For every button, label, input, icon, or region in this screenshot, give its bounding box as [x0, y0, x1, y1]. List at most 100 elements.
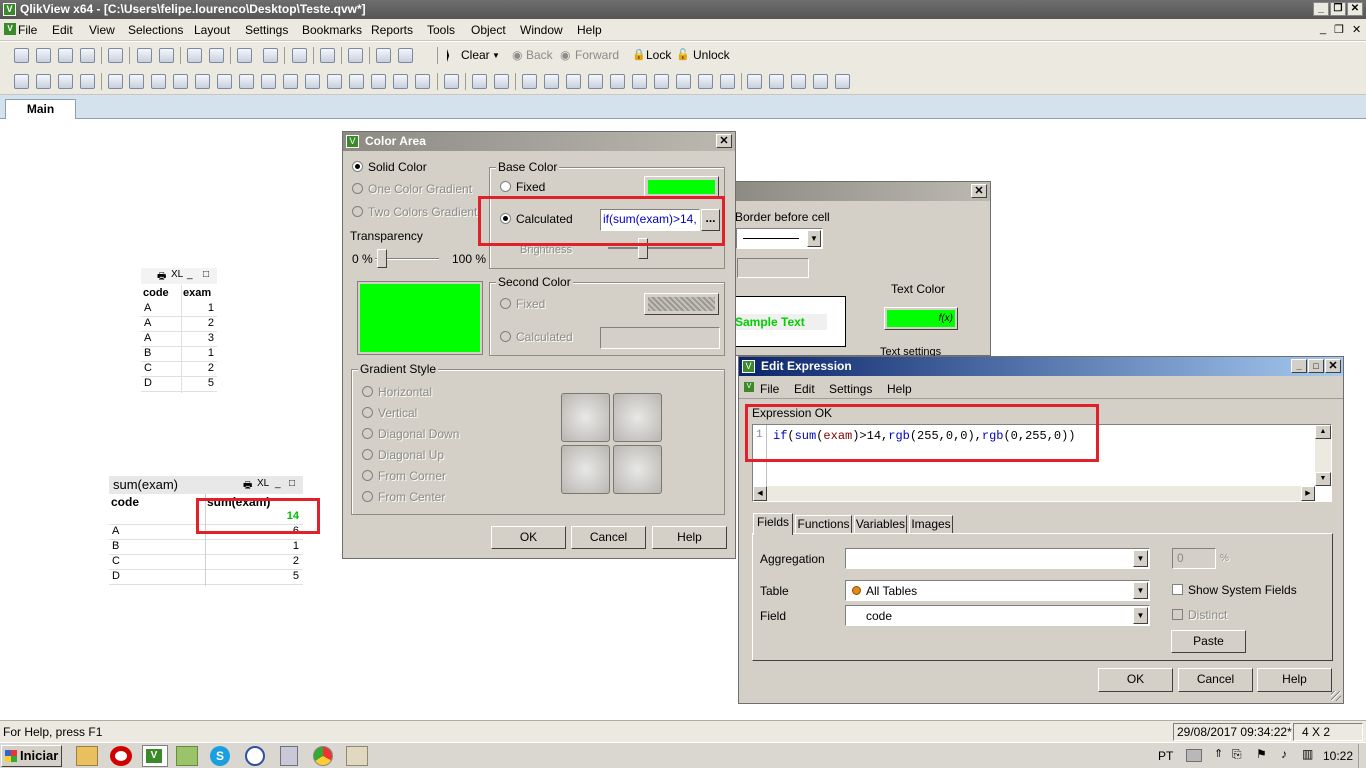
help-button[interactable]: Help [1257, 668, 1332, 692]
search-object-icon[interactable] [371, 74, 386, 89]
cancel-button[interactable]: Cancel [1178, 668, 1253, 692]
menu-settings[interactable]: Settings [245, 23, 288, 37]
keyboard-icon[interactable] [1186, 749, 1202, 762]
clear-dropdown-icon[interactable]: ▼ [492, 51, 500, 60]
space-vertical-icon[interactable] [676, 74, 691, 89]
qlikview-taskbar-icon[interactable]: V [142, 745, 168, 767]
select-fields-icon[interactable] [263, 48, 278, 63]
multibox-icon[interactable] [173, 74, 188, 89]
menu-window[interactable]: Window [520, 23, 563, 37]
gradient-diagonal-down-radio[interactable] [362, 428, 373, 439]
aggregation-percent-input[interactable]: 0 [1172, 548, 1216, 569]
scroll-down-icon[interactable]: ▼ [1315, 472, 1331, 486]
print-icon[interactable] [108, 48, 123, 63]
custom-object-icon[interactable] [415, 74, 430, 89]
redo-icon[interactable] [209, 48, 224, 63]
show-hidden-icons-icon[interactable]: ⇑ [1214, 747, 1223, 760]
container-icon[interactable] [393, 74, 408, 89]
opera-icon[interactable] [110, 746, 132, 766]
tab-variables[interactable]: Variables [854, 515, 907, 534]
minimize-icon[interactable]: _ [187, 269, 193, 280]
excel-icon[interactable]: XL [171, 269, 183, 280]
table-viewer-icon[interactable] [813, 74, 828, 89]
save-icon[interactable] [80, 48, 95, 63]
border-style-dropdown[interactable]: ▼ [736, 228, 823, 249]
base-fixed-color-button[interactable] [644, 176, 719, 198]
button-object-icon[interactable] [261, 74, 276, 89]
menu-selections[interactable]: Selections [128, 23, 183, 37]
close-icon[interactable]: ✕ [971, 184, 987, 198]
table-row[interactable]: A2 [141, 317, 217, 332]
maximize-icon[interactable]: □ [203, 269, 209, 280]
restore-icon[interactable]: ❐ [1330, 2, 1346, 16]
calculator-icon[interactable] [280, 746, 298, 766]
two-colors-gradient-radio[interactable] [352, 206, 363, 217]
text-color-button[interactable]: f(x) [884, 307, 958, 330]
aggregation-dropdown[interactable]: ▼ [845, 548, 1150, 569]
reload-icon[interactable] [58, 48, 73, 63]
clock[interactable]: 10:22 [1323, 749, 1353, 763]
space-horizontal-icon[interactable] [654, 74, 669, 89]
script-icon[interactable] [747, 74, 762, 89]
gradient-diagonal-up-radio[interactable] [362, 449, 373, 460]
forward-button[interactable]: Forward [575, 48, 619, 62]
volume-icon[interactable]: ♪ [1281, 747, 1287, 761]
table-row[interactable]: D5 [141, 377, 217, 392]
cancel-button[interactable]: Cancel [571, 526, 646, 549]
explorer-icon[interactable] [76, 746, 98, 766]
lock-button[interactable]: Lock [646, 48, 671, 62]
edit-script-icon[interactable] [137, 48, 152, 63]
open-icon[interactable] [36, 48, 51, 63]
table-row[interactable]: B1 [109, 540, 303, 555]
context-help-icon[interactable] [398, 48, 413, 63]
chrome-icon[interactable] [313, 746, 333, 766]
current-selections-icon[interactable] [239, 74, 254, 89]
action-center-flag-icon[interactable]: ⚑ [1256, 747, 1267, 761]
one-color-gradient-radio[interactable] [352, 183, 363, 194]
tab-functions[interactable]: Functions [795, 515, 852, 534]
tab-main[interactable]: Main [5, 99, 76, 119]
scroll-left-icon[interactable]: ◀ [753, 486, 767, 501]
brightness-slider-track[interactable] [608, 247, 712, 249]
align-right-icon[interactable] [566, 74, 581, 89]
promote-sheet-icon[interactable] [36, 74, 51, 89]
table-row[interactable]: A1 [141, 302, 217, 317]
doc-restore-icon[interactable]: ❐ [1334, 23, 1344, 36]
back-button[interactable]: Back [526, 48, 553, 62]
vertical-scrollbar[interactable]: ▲ ▼ [1315, 425, 1331, 486]
devices-icon[interactable]: ⎘ [1232, 747, 1242, 762]
close-icon[interactable]: ✕ [1325, 359, 1341, 373]
base-fixed-radio[interactable] [500, 181, 511, 192]
chart-icon[interactable] [195, 74, 210, 89]
network-icon[interactable] [176, 746, 198, 766]
table-row[interactable]: C2 [109, 555, 303, 570]
gradient-from-corner-radio[interactable] [362, 470, 373, 481]
resize-grip-icon[interactable] [1331, 691, 1341, 701]
menu-edit[interactable]: Edit [794, 382, 815, 396]
scroll-up-icon[interactable]: ▲ [1315, 425, 1331, 439]
tab-fields[interactable]: Fields [753, 513, 793, 535]
align-center-icon[interactable] [544, 74, 559, 89]
menu-reports[interactable]: Reports [371, 23, 413, 37]
search-icon[interactable] [237, 48, 252, 63]
menu-view[interactable]: View [89, 23, 115, 37]
listbox-icon[interactable] [108, 74, 123, 89]
align-middle-icon[interactable] [610, 74, 625, 89]
menu-file[interactable]: File [760, 382, 779, 396]
help-icon[interactable] [376, 48, 391, 63]
second-calculated-radio[interactable] [500, 331, 511, 342]
table-row[interactable]: C2 [141, 362, 217, 377]
adjust-top-icon[interactable] [720, 74, 735, 89]
minimize-icon[interactable]: _ [1313, 2, 1329, 16]
distinct-checkbox[interactable] [1172, 609, 1183, 620]
edit-properties-icon[interactable] [791, 74, 806, 89]
menu-settings[interactable]: Settings [829, 382, 872, 396]
minimize-icon[interactable]: _ [1291, 359, 1307, 373]
doc-close-icon[interactable]: ✕ [1352, 23, 1361, 36]
align-top-icon[interactable] [632, 74, 647, 89]
tab-images[interactable]: Images [909, 515, 953, 534]
gradient-from-center-radio[interactable] [362, 491, 373, 502]
align-left-icon[interactable] [522, 74, 537, 89]
gradient-variant-3[interactable] [561, 445, 610, 494]
doc-minimize-icon[interactable]: _ [1320, 23, 1326, 35]
